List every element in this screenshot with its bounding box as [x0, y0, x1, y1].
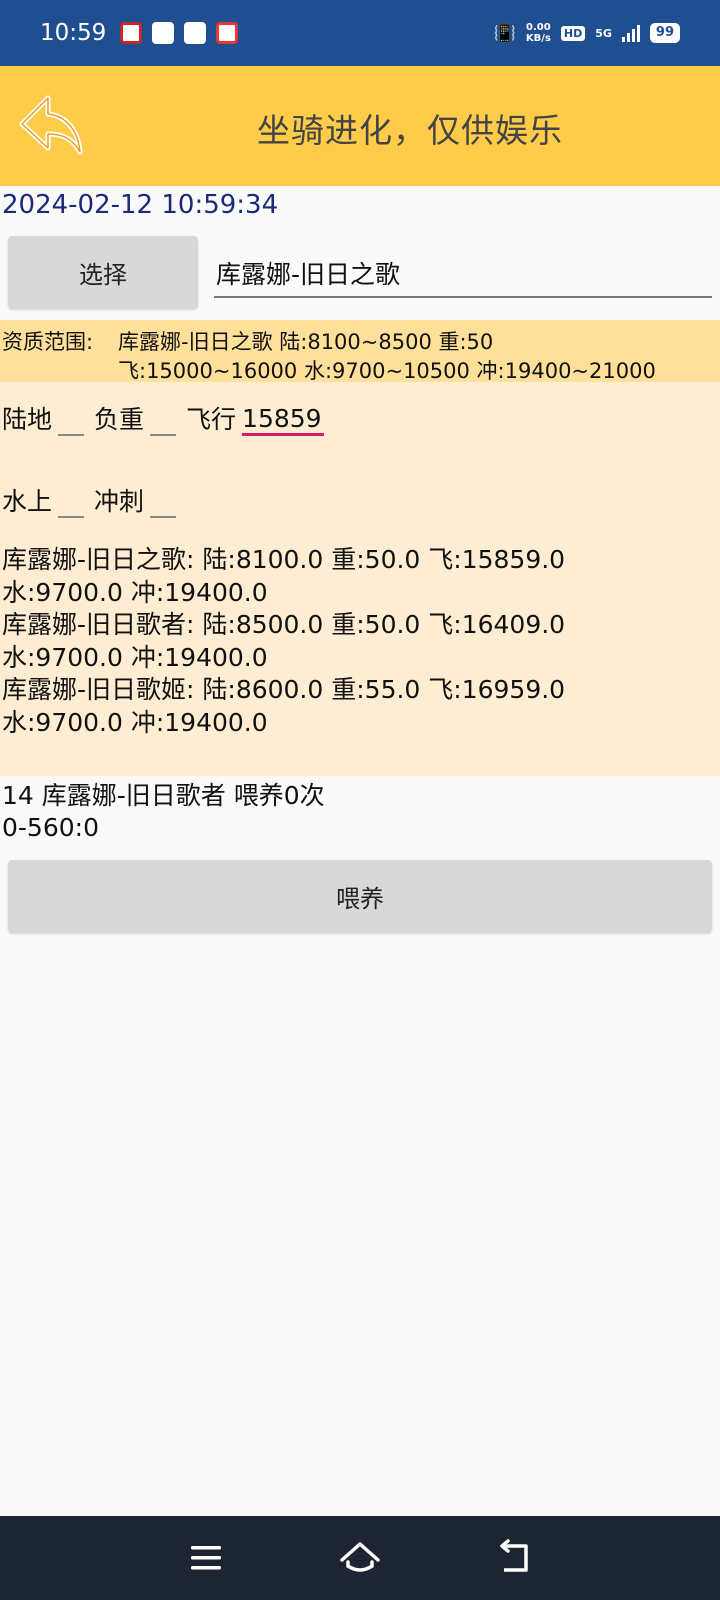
range-line-2: 飞:15000~16000 水:9700~10500 冲:19400~21000 — [118, 359, 656, 383]
app-notification-icon — [152, 22, 175, 44]
feed-info-line-1: 14 库露娜-旧日歌者 喂养0次 — [2, 781, 325, 810]
back-icon[interactable] — [492, 1536, 536, 1580]
mount-name-field[interactable] — [214, 250, 712, 298]
app-notification-icon — [120, 22, 143, 44]
select-button[interactable]: 选择 — [8, 236, 198, 308]
app-notification-icon — [184, 22, 207, 44]
water-input[interactable] — [58, 496, 85, 518]
feed-info-line-2: 0-560:0 — [2, 813, 99, 842]
feed-button[interactable]: 喂养 — [8, 860, 712, 932]
notification-icons — [120, 22, 239, 44]
fly-label: 飞行 — [186, 405, 237, 434]
feed-info: 14 库露娜-旧日歌者 喂养0次 0-560:0 — [2, 780, 325, 844]
land-input[interactable] — [58, 414, 85, 436]
field-row-1: 陆地 负重 飞行 — [0, 400, 325, 436]
range-line-1: 库露娜-旧日之歌 陆:8100~8500 重:50 — [118, 330, 494, 354]
page-title: 坐骑进化，仅供娱乐 — [257, 111, 563, 150]
title-bar: 坐骑进化，仅供娱乐 — [0, 66, 720, 186]
location-notification-icon — [216, 22, 239, 44]
range-label: 资质范围: — [2, 330, 94, 354]
sprint-input[interactable] — [150, 496, 177, 518]
network-type: 5G — [595, 26, 612, 40]
back-arrow-icon[interactable] — [18, 92, 84, 158]
home-icon[interactable] — [338, 1536, 382, 1580]
net-speed: 0.00 KB/s — [525, 22, 551, 44]
timestamp: 2024-02-12 10:59:34 — [2, 190, 279, 220]
fly-input[interactable] — [242, 404, 325, 436]
hd-icon: HD — [560, 25, 586, 41]
water-label: 水上 — [2, 487, 53, 516]
status-bar: 10:59 📳 0.00 KB/s HD 5G 99 — [0, 0, 720, 66]
vibrate-icon: 📳 — [493, 22, 516, 44]
field-row-2: 水上 冲刺 — [0, 482, 184, 518]
sprint-label: 冲刺 — [94, 487, 145, 516]
navigation-bar — [0, 1516, 720, 1600]
land-label: 陆地 — [2, 405, 53, 434]
weight-input[interactable] — [150, 414, 177, 436]
status-right: 📳 0.00 KB/s HD 5G 99 — [493, 22, 680, 44]
weight-label: 负重 — [94, 405, 145, 434]
evolution-results: 库露娜-旧日之歌: 陆:8100.0 重:50.0 飞:15859.0 水:97… — [2, 545, 566, 737]
signal-icon — [621, 24, 640, 42]
aptitude-range: 资质范围: 库露娜-旧日之歌 陆:8100~8500 重:50 飞:15000~… — [0, 320, 720, 383]
battery-icon: 99 — [649, 23, 680, 43]
stats-panel: 陆地 负重 飞行 水上 冲刺 库露娜-旧日之歌: 陆:8100.0 重:50.0… — [0, 382, 720, 776]
status-time: 10:59 — [40, 20, 107, 46]
menu-icon[interactable] — [184, 1536, 228, 1580]
